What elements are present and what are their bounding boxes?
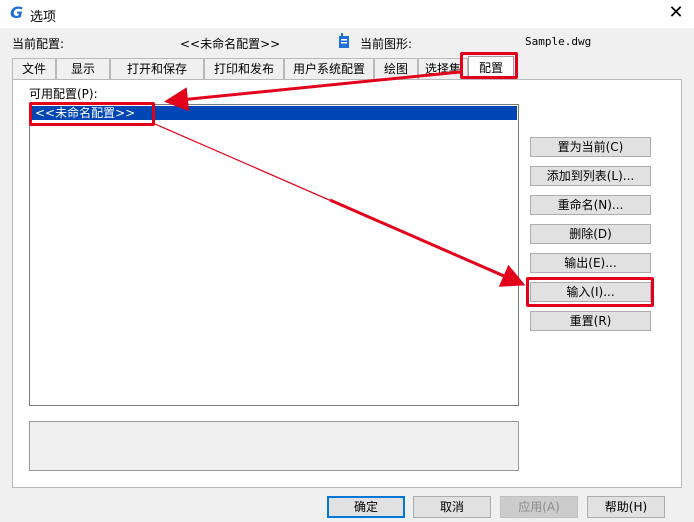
profiles-tab-highlight bbox=[460, 52, 518, 79]
help-button[interactable]: 帮助(H) bbox=[587, 496, 665, 518]
rename-button[interactable]: 重命名(N)... bbox=[530, 195, 651, 215]
current-profile-value: <<未命名配置>> bbox=[180, 37, 281, 51]
reset-button[interactable]: 重置(R) bbox=[530, 311, 651, 331]
set-current-button[interactable]: 置为当前(C) bbox=[530, 137, 651, 157]
export-button[interactable]: 输出(E)... bbox=[530, 253, 651, 273]
app-logo-icon: G bbox=[10, 3, 24, 22]
window-title: 选项 bbox=[30, 10, 57, 25]
drawing-file-icon bbox=[339, 33, 349, 48]
tab-open-save[interactable]: 打开和保存 bbox=[110, 58, 204, 79]
delete-button[interactable]: 删除(D) bbox=[530, 224, 651, 244]
title-bar: G 选项 ✕ bbox=[0, 0, 694, 28]
options-tab-strip: 文件 显示 打开和保存 打印和发布 用户系统配置 绘图 选择集 配置 bbox=[12, 56, 682, 80]
tab-display[interactable]: 显示 bbox=[56, 58, 110, 79]
profile-info-row: 当前配置: <<未命名配置>> 当前图形: Sample.dwg bbox=[0, 28, 694, 56]
ok-button[interactable]: 确定 bbox=[327, 496, 405, 518]
current-drawing-label: 当前图形: bbox=[360, 37, 413, 51]
cancel-button[interactable]: 取消 bbox=[413, 496, 491, 518]
profile-item-highlight bbox=[29, 102, 155, 126]
close-button[interactable]: ✕ bbox=[664, 1, 688, 25]
apply-button[interactable]: 应用(A) bbox=[500, 496, 578, 518]
add-to-list-button[interactable]: 添加到列表(L)... bbox=[530, 166, 651, 186]
tab-plot-publish[interactable]: 打印和发布 bbox=[204, 58, 284, 79]
tab-user-preferences[interactable]: 用户系统配置 bbox=[284, 58, 374, 79]
reset-button-highlight bbox=[526, 277, 654, 307]
profiles-listbox[interactable]: <<未命名配置>> bbox=[29, 104, 519, 406]
tab-files[interactable]: 文件 bbox=[12, 58, 56, 79]
tab-drafting[interactable]: 绘图 bbox=[374, 58, 418, 79]
current-profile-label: 当前配置: bbox=[12, 37, 65, 51]
current-drawing-value: Sample.dwg bbox=[525, 35, 592, 48]
profile-description-box bbox=[29, 421, 519, 471]
available-profiles-label: 可用配置(P): bbox=[29, 87, 98, 101]
